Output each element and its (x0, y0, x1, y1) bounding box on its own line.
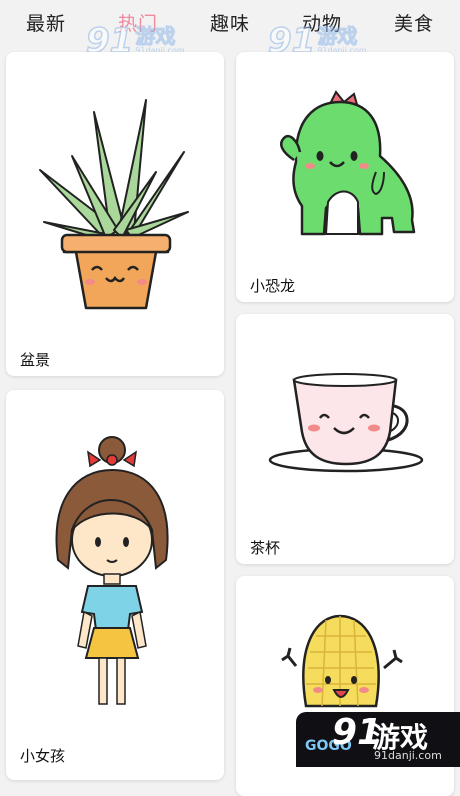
drawing-card-little-girl[interactable]: 小女孩 (6, 390, 224, 780)
potted-aloe-icon (39, 99, 189, 310)
girl-icon (55, 436, 169, 705)
card-title: 茶杯 (250, 539, 281, 557)
card-title: 小女孩 (20, 747, 66, 765)
tab-animals[interactable]: 动物 (302, 9, 342, 36)
tab-food[interactable]: 美食 (394, 9, 434, 36)
tab-hot[interactable]: 热门 (118, 9, 158, 36)
drawing-card-bonsai[interactable]: 盆景 (6, 52, 224, 376)
tab-latest[interactable]: 最新 (26, 9, 66, 36)
tab-fun[interactable]: 趣味 (210, 9, 250, 36)
brand-logo-url: 91danji.com (374, 749, 442, 762)
drawing-card-teacup[interactable]: 茶杯 (236, 314, 454, 564)
dinosaur-icon (280, 90, 416, 236)
card-title: 小恐龙 (250, 277, 296, 295)
category-tab-bar: 最新 热门 趣味 动物 美食 (0, 0, 460, 44)
card-title: 盆景 (20, 351, 51, 369)
drawing-card-little-dinosaur[interactable]: 小恐龙 (236, 52, 454, 302)
teacup-icon (268, 373, 424, 473)
